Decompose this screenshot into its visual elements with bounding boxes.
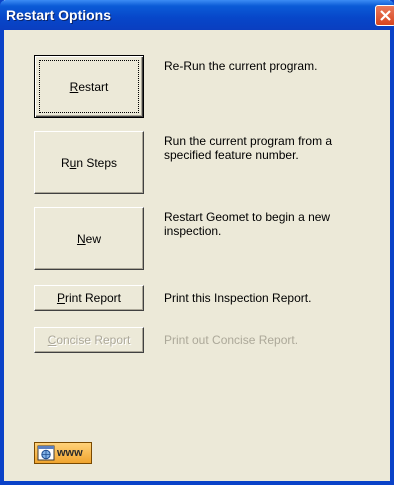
restart-button-label: Restart — [69, 79, 109, 94]
title-bar[interactable]: Restart Options — [0, 0, 394, 30]
close-button[interactable] — [375, 5, 394, 26]
window-title: Restart Options — [6, 7, 112, 23]
restart-description: Re-Run the current program. — [164, 59, 318, 73]
run-steps-button[interactable]: Run Steps — [34, 131, 144, 194]
new-button[interactable]: New — [34, 207, 144, 270]
concise-report-button[interactable]: Concise Report — [34, 327, 144, 353]
close-icon — [380, 10, 391, 21]
restart-options-window: Restart Options Restart Re-Run the curre… — [0, 0, 394, 485]
new-button-label: New — [76, 231, 101, 246]
restart-button[interactable]: Restart — [34, 55, 144, 118]
concise-report-button-label: Concise Report — [47, 333, 131, 347]
www-label: www — [57, 447, 83, 459]
print-report-button-label: Print Report — [56, 291, 122, 305]
new-description: Restart Geomet to begin a new inspection… — [164, 210, 331, 238]
www-button[interactable]: www — [34, 442, 92, 464]
concise-report-description: Print out Concise Report. — [164, 333, 299, 347]
print-report-button[interactable]: Print Report — [34, 285, 144, 311]
run-steps-description: Run the current program from a specified… — [164, 134, 333, 162]
globe-icon — [37, 445, 55, 461]
print-report-description: Print this Inspection Report. — [164, 291, 312, 305]
run-steps-button-label: Run Steps — [60, 155, 118, 170]
